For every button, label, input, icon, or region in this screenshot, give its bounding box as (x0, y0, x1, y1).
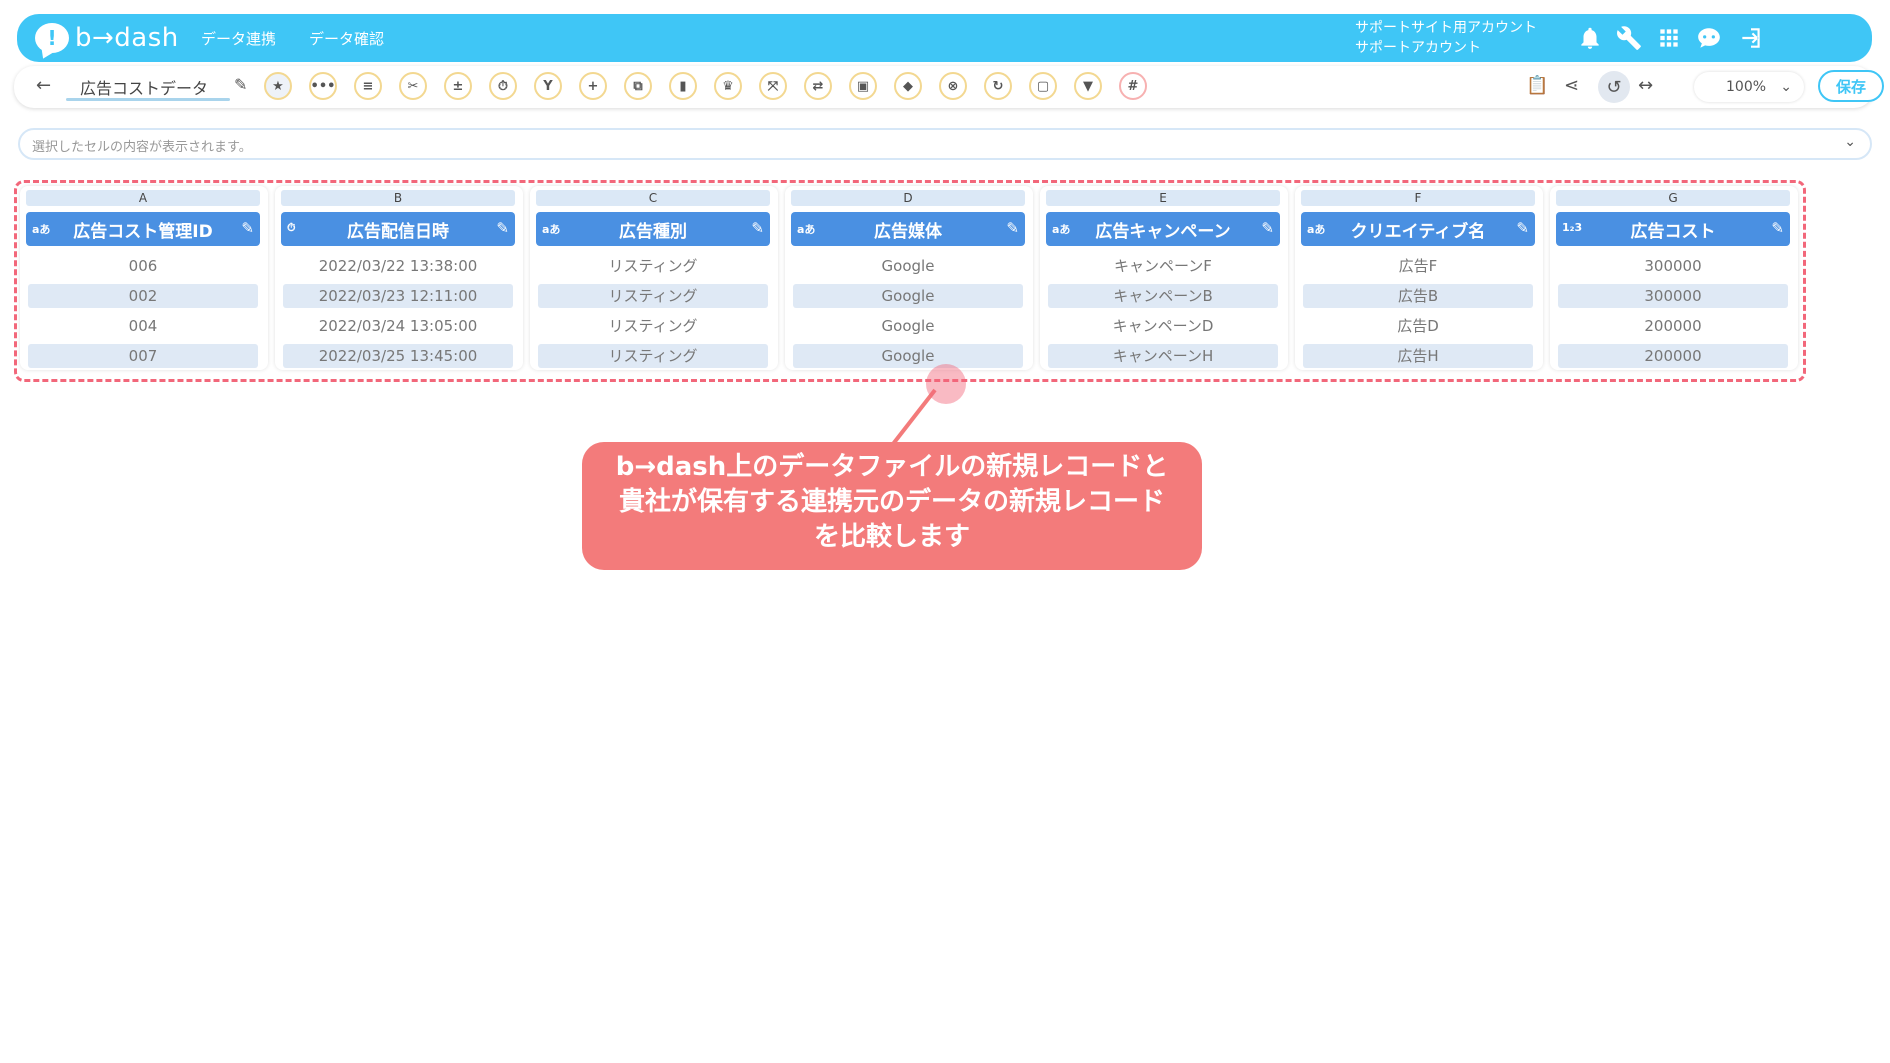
highlight-dot (926, 364, 966, 404)
callout-line-2: 貴社が保有する連携元のデータの新規レコード (618, 487, 1165, 517)
callout-line-1: b→dash上のデータファイルの新規レコードと (615, 452, 1169, 482)
annotation-callout: b→dash上のデータファイルの新規レコードと 貴社が保有する連携元のデータの新… (582, 442, 1202, 570)
callout-line-3: を比較します (813, 522, 970, 552)
